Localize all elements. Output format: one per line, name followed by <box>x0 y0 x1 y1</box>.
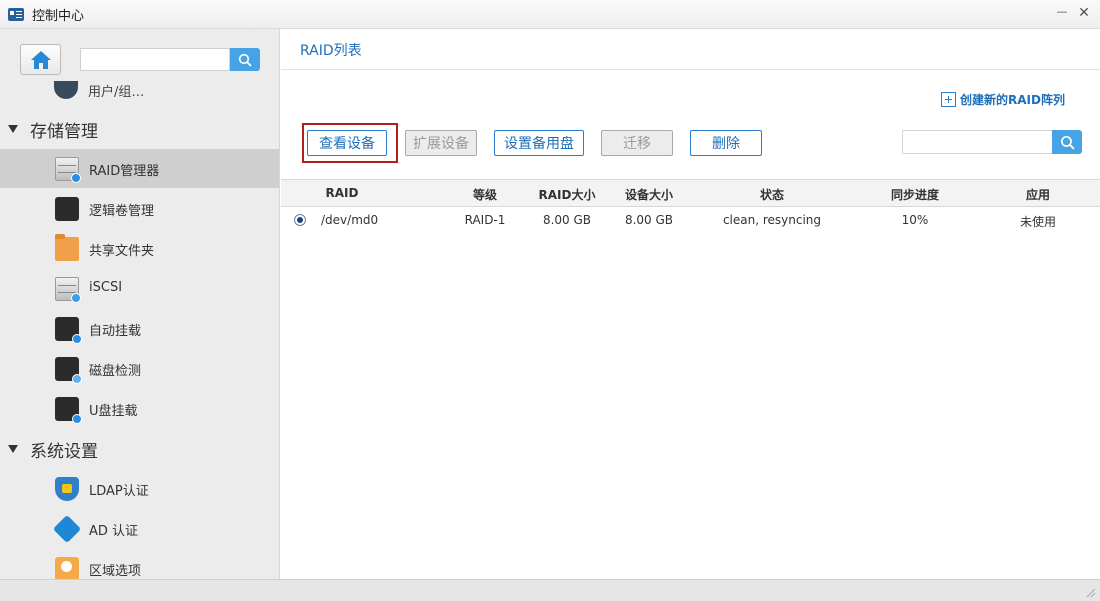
set-spare-button[interactable]: 设置备用盘 <box>494 130 584 156</box>
sidebar-item-usb-mount[interactable]: U盘挂载 <box>0 389 279 428</box>
sidebar-item-region[interactable]: 区域选项 <box>0 549 279 579</box>
sidebar-item-auto-mount[interactable]: 自动挂载 <box>0 309 279 348</box>
iscsi-icon <box>55 277 81 303</box>
sidebar-item-label: 逻辑卷管理 <box>89 204 155 219</box>
row-radio-button[interactable] <box>294 214 306 226</box>
create-raid-label: 创建新的RAID阵列 <box>960 93 1065 107</box>
ldap-shield-icon <box>55 477 79 501</box>
lvm-icon <box>55 197 79 221</box>
sidebar-search-input[interactable] <box>80 48 230 71</box>
sidebar-item-label: 区域选项 <box>89 564 142 579</box>
cell-usage: 未使用 <box>1019 215 1056 229</box>
column-header-sync-progress[interactable]: 同步进度 <box>875 186 955 203</box>
search-icon <box>1060 135 1075 150</box>
column-header-device-size[interactable]: 设备大小 <box>614 186 684 203</box>
status-bar <box>0 579 1100 601</box>
user-group-icon <box>54 81 78 99</box>
control-center-app-icon <box>8 7 24 21</box>
auto-mount-icon <box>55 317 82 344</box>
sidebar-item-label: 共享文件夹 <box>89 244 155 259</box>
cell-status: clean, resyncing <box>722 213 822 227</box>
main-panel: RAID列表 创建新的RAID阵列 查看设备 扩展设备 设置备用盘 迁移 删除 … <box>281 29 1100 579</box>
page-title: RAID列表 <box>300 43 362 59</box>
sidebar-item-shared-folder[interactable]: 共享文件夹 <box>0 229 279 268</box>
column-header-level[interactable]: 等级 <box>455 186 515 203</box>
column-header-raid-size[interactable]: RAID大小 <box>532 186 602 203</box>
disk-check-icon <box>55 357 82 384</box>
resize-grip-icon[interactable] <box>1084 586 1096 598</box>
view-device-button[interactable]: 查看设备 <box>307 130 387 156</box>
raid-server-icon <box>55 157 81 183</box>
ad-icon <box>52 514 82 544</box>
home-icon <box>30 50 51 69</box>
window-controls: — ✕ <box>1054 6 1092 22</box>
home-button[interactable] <box>20 44 61 75</box>
usb-mount-icon <box>55 397 82 424</box>
sidebar-item-raid-manager[interactable]: RAID管理器 <box>0 149 279 188</box>
cell-raid-size: 8.00 GB <box>542 213 592 227</box>
sidebar-item-label: 磁盘检测 <box>89 364 142 379</box>
sidebar-item-label: LDAP认证 <box>89 484 149 499</box>
group-system-settings[interactable]: 系统设置 <box>0 434 279 464</box>
raid-search-button[interactable] <box>1052 130 1082 154</box>
sidebar-item-label: RAID管理器 <box>89 164 160 179</box>
plus-icon <box>941 92 956 107</box>
sidebar-item-user-group-partial[interactable]: 用户/组… <box>52 81 252 101</box>
shared-folder-icon <box>55 234 79 261</box>
sidebar-item-ldap[interactable]: LDAP认证 <box>0 469 279 508</box>
cell-device-size: 8.00 GB <box>624 213 674 227</box>
sidebar-item-label: U盘挂载 <box>89 404 138 419</box>
cell-level: RAID-1 <box>464 213 506 227</box>
create-raid-link[interactable]: 创建新的RAID阵列 <box>941 91 1065 108</box>
table-header: RAID 等级 RAID大小 设备大小 状态 同步进度 应用 <box>281 179 1100 207</box>
sidebar-search-button[interactable] <box>230 48 260 71</box>
caret-down-icon <box>8 445 18 453</box>
group-storage-management[interactable]: 存储管理 <box>0 114 279 144</box>
cell-raid: /dev/md0 <box>321 213 379 227</box>
migrate-button[interactable]: 迁移 <box>601 130 673 156</box>
sidebar-item-disk-check[interactable]: 磁盘检测 <box>0 349 279 388</box>
sidebar-item-label: iSCSI <box>89 280 123 295</box>
delete-button[interactable]: 删除 <box>690 130 762 156</box>
title-bar: 控制中心 — ✕ <box>0 0 1100 29</box>
table-row[interactable]: /dev/md0 RAID-1 8.00 GB 8.00 GB clean, r… <box>281 207 1100 233</box>
expand-device-button[interactable]: 扩展设备 <box>405 130 477 156</box>
raid-search-input[interactable] <box>902 130 1053 154</box>
window-title: 控制中心 <box>32 8 85 24</box>
region-icon <box>55 557 79 579</box>
cell-sync-progress: 10% <box>901 213 929 227</box>
group-label: 存储管理 <box>30 121 98 142</box>
sidebar-item-label: 用户/组… <box>88 85 145 100</box>
sidebar: 用户/组… 存储管理 RAID管理器 逻辑卷管理 共享文件夹 iSCSI 自动挂… <box>0 29 280 579</box>
caret-down-icon <box>8 125 18 133</box>
group-label: 系统设置 <box>30 441 98 462</box>
sidebar-item-label: AD 认证 <box>89 524 139 539</box>
search-icon <box>238 53 252 67</box>
minimize-icon[interactable]: — <box>1054 6 1070 22</box>
column-header-status[interactable]: 状态 <box>722 186 822 203</box>
sidebar-item-ad[interactable]: AD 认证 <box>0 509 279 548</box>
sidebar-item-label: 自动挂载 <box>89 324 142 339</box>
column-header-usage[interactable]: 应用 <box>1008 186 1068 203</box>
column-header-raid[interactable]: RAID <box>311 186 373 200</box>
sidebar-item-iscsi[interactable]: iSCSI <box>0 269 279 308</box>
close-icon[interactable]: ✕ <box>1076 6 1092 22</box>
sidebar-item-lvm[interactable]: 逻辑卷管理 <box>0 189 279 228</box>
divider <box>281 69 1100 70</box>
